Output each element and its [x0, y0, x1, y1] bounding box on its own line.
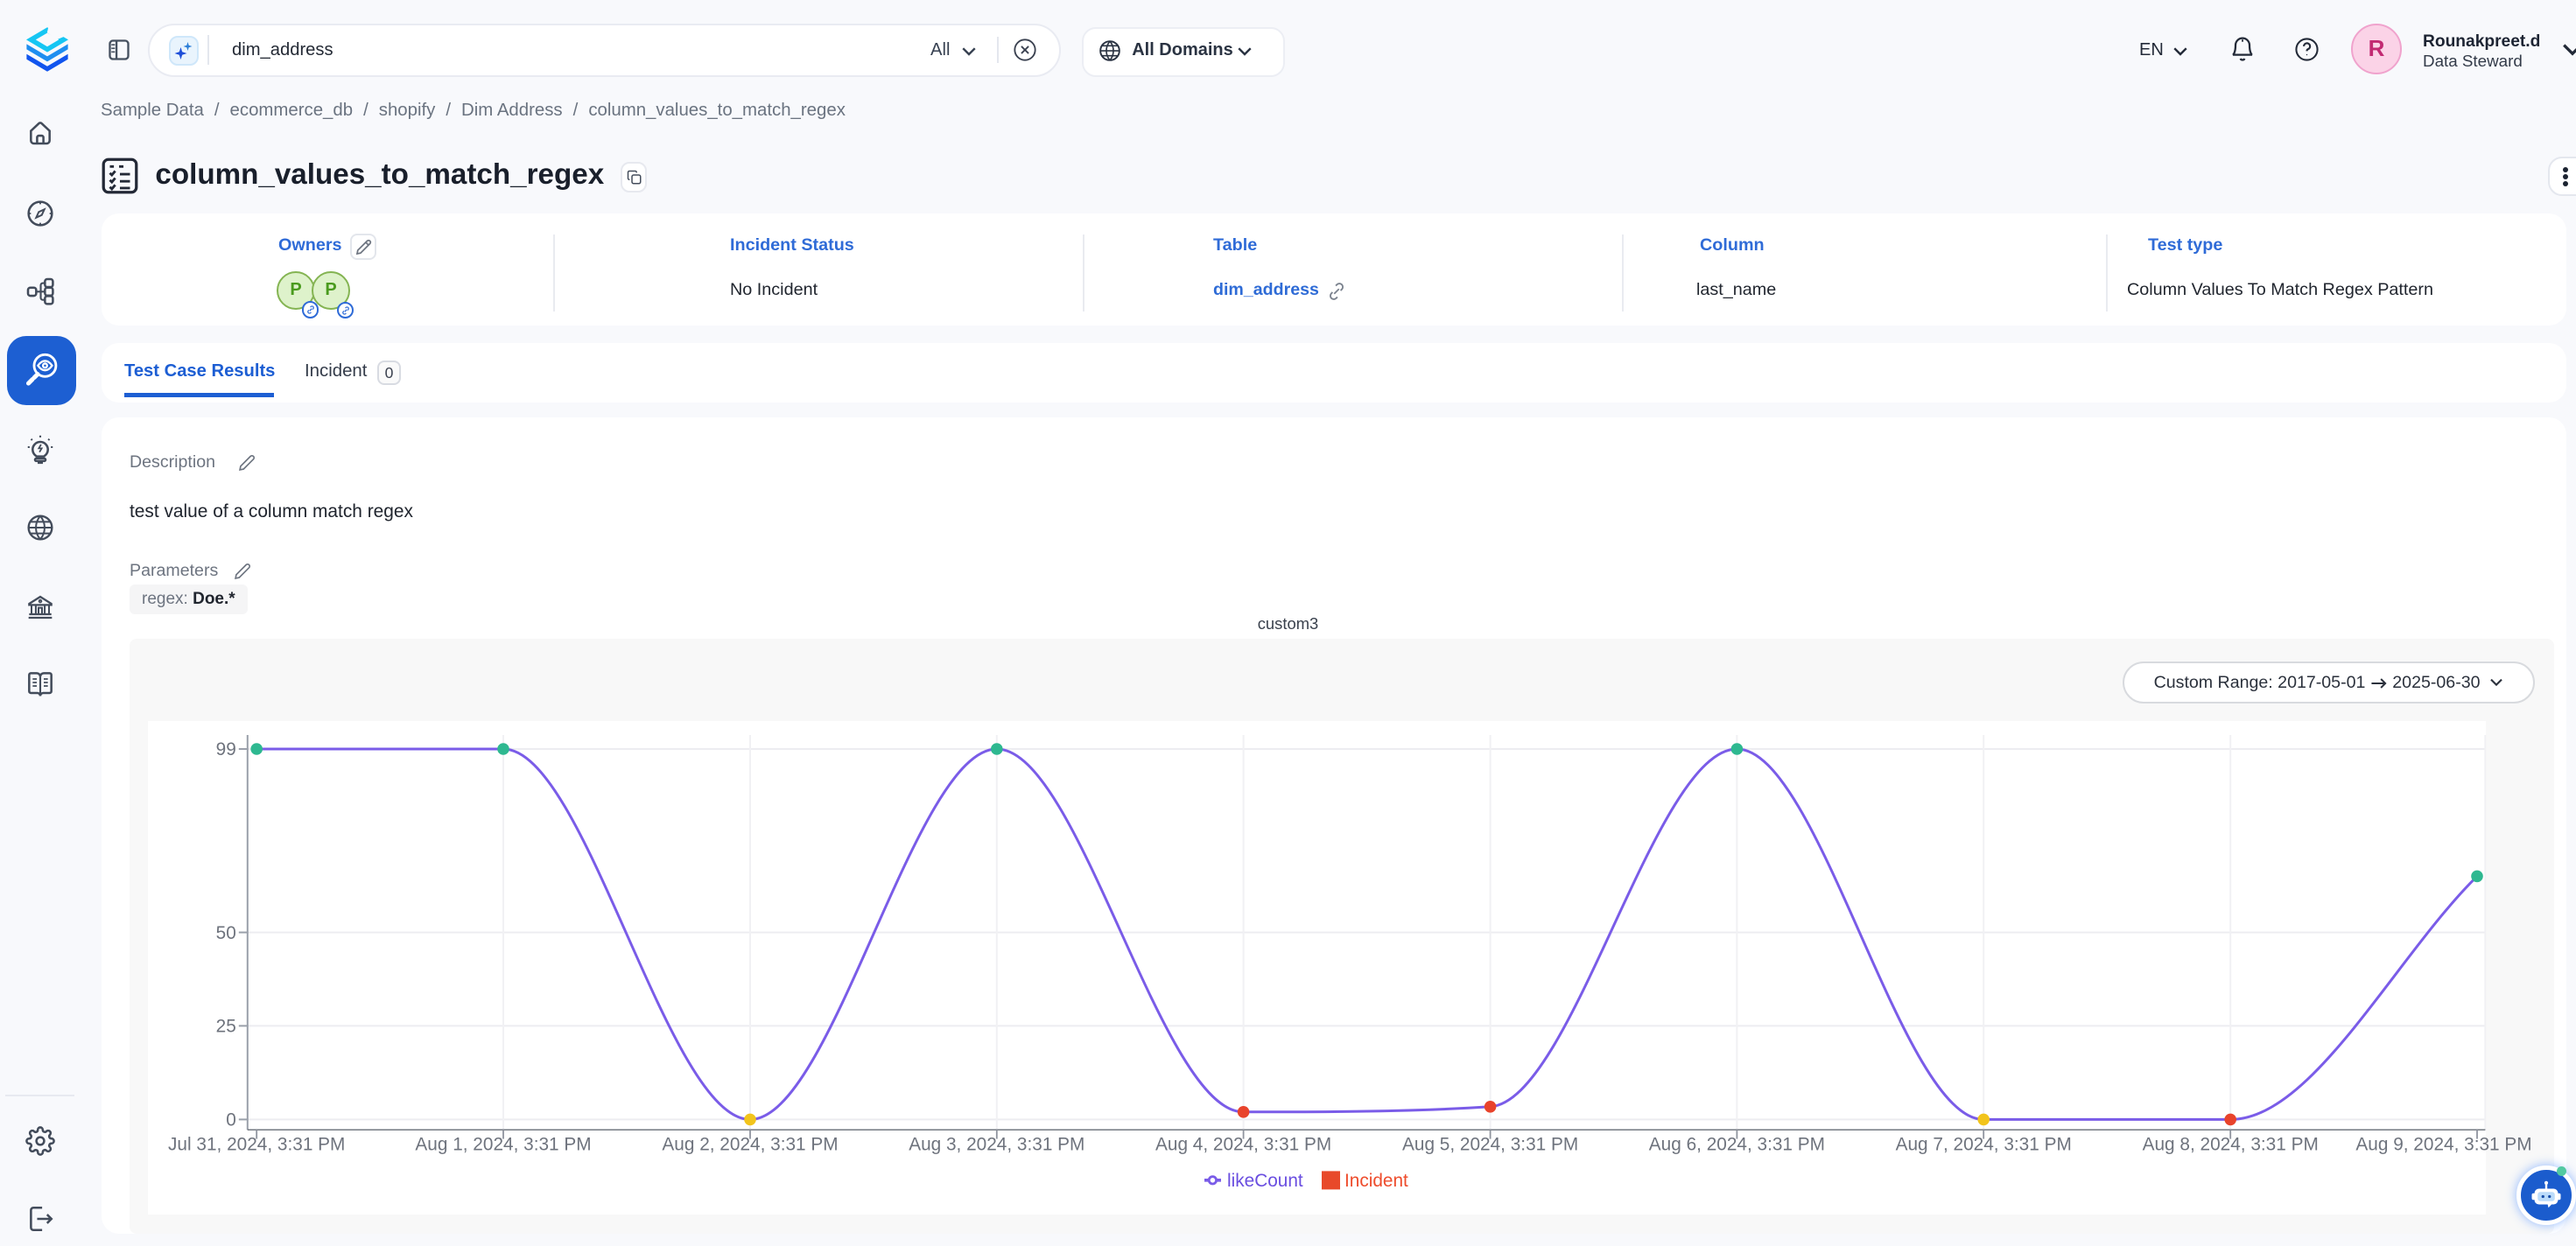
- svg-text:25: 25: [216, 1017, 236, 1037]
- svg-text:Aug 3, 2024, 3:31 PM: Aug 3, 2024, 3:31 PM: [909, 1134, 1084, 1154]
- svg-text:likeCount: likeCount: [1227, 1171, 1303, 1191]
- svg-text:99: 99: [216, 739, 236, 760]
- svg-text:Aug 2, 2024, 3:31 PM: Aug 2, 2024, 3:31 PM: [662, 1134, 838, 1154]
- svg-text:Incident: Incident: [1344, 1171, 1408, 1191]
- svg-text:Jul 31, 2024, 3:31 PM: Jul 31, 2024, 3:31 PM: [168, 1134, 345, 1154]
- svg-text:Aug 4, 2024, 3:31 PM: Aug 4, 2024, 3:31 PM: [1155, 1134, 1331, 1154]
- svg-text:Aug 8, 2024, 3:31 PM: Aug 8, 2024, 3:31 PM: [2143, 1134, 2319, 1154]
- svg-text:0: 0: [226, 1110, 236, 1130]
- svg-text:Aug 5, 2024, 3:31 PM: Aug 5, 2024, 3:31 PM: [1402, 1134, 1578, 1154]
- svg-text:Aug 1, 2024, 3:31 PM: Aug 1, 2024, 3:31 PM: [415, 1134, 591, 1154]
- svg-text:Aug 7, 2024, 3:31 PM: Aug 7, 2024, 3:31 PM: [1896, 1134, 2072, 1154]
- svg-text:50: 50: [216, 923, 236, 943]
- svg-text:Aug 6, 2024, 3:31 PM: Aug 6, 2024, 3:31 PM: [1649, 1134, 1825, 1154]
- svg-text:Aug 9, 2024, 3:31 PM: Aug 9, 2024, 3:31 PM: [2355, 1134, 2531, 1154]
